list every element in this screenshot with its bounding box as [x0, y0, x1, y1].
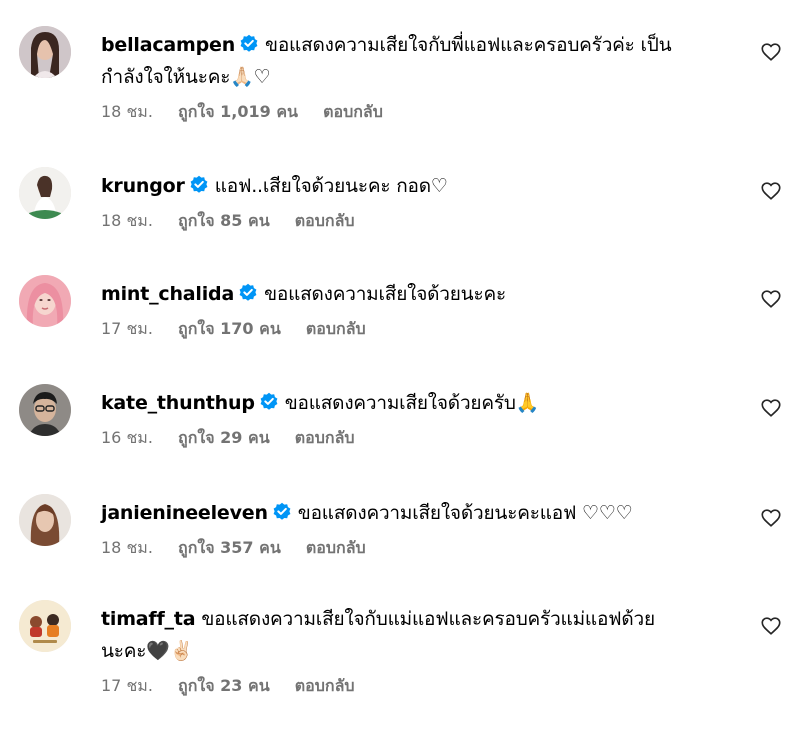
avatar-image — [19, 167, 71, 219]
reply-button[interactable]: ตอบกลับ — [306, 319, 366, 338]
comment-text-block: timaff_ta ขอแสดงความเสียใจกับแม่แอฟและครอ… — [101, 603, 741, 667]
comment-text-block: bellacampen ขอแสดงความเสียใจกับพี่แอฟและค… — [101, 29, 741, 93]
comment-text: ขอแสดงความเสียใจด้วยครับ🙏 — [284, 392, 540, 414]
comment-time: 18 ชม. — [101, 211, 153, 230]
comment-time: 18 ชม. — [101, 102, 153, 121]
username-link[interactable]: bellacampen — [101, 34, 235, 56]
avatar[interactable] — [19, 494, 71, 546]
comment-body: krungor แอฟ..เสียใจด้วยนะคะ กอด♡ 18 ชม. ถ… — [101, 170, 741, 232]
comment-text: แอฟ..เสียใจด้วยนะคะ กอด♡ — [214, 175, 448, 197]
avatar-image — [19, 600, 71, 652]
avatar-image — [19, 494, 71, 546]
comment-body: kate_thunthup ขอแสดงความเสียใจด้วยครับ🙏 1… — [101, 387, 741, 449]
comment-time: 17 ชม. — [101, 676, 153, 695]
comment-meta: 18 ชม. ถูกใจ 1,019 คน ตอบกลับ — [101, 101, 741, 123]
reply-button[interactable]: ตอบกลับ — [306, 538, 366, 557]
avatar[interactable] — [19, 167, 71, 219]
likes-count-link[interactable]: ถูกใจ 1,019 คน — [178, 102, 298, 121]
comment-text: ขอแสดงความเสียใจกับแม่แอฟและครอบครัวแม่แ… — [201, 608, 655, 630]
avatar[interactable] — [19, 600, 71, 652]
avatar[interactable] — [19, 26, 71, 78]
avatar[interactable] — [19, 275, 71, 327]
comment-time: 18 ชม. — [101, 538, 153, 557]
verified-badge-icon — [239, 34, 259, 54]
comment-text-block: janienineeleven ขอแสดงความเสียใจด้วยนะคะแ… — [101, 497, 741, 529]
comment-meta: 18 ชม. ถูกใจ 357 คน ตอบกลับ — [101, 537, 741, 559]
verified-badge-icon — [238, 283, 258, 303]
like-heart-icon[interactable] — [760, 615, 782, 637]
likes-count-link[interactable]: ถูกใจ 23 คน — [178, 676, 270, 695]
comment-text-block: mint_chalida ขอแสดงความเสียใจด้วยนะคะ — [101, 278, 741, 310]
comment-text-block: krungor แอฟ..เสียใจด้วยนะคะ กอด♡ — [101, 170, 741, 202]
avatar-image — [19, 26, 71, 78]
username-link[interactable]: kate_thunthup — [101, 392, 255, 414]
comment-text: ขอแสดงความเสียใจกับพี่แอฟและครอบครัวค่ะ … — [265, 34, 672, 56]
comment-body: mint_chalida ขอแสดงความเสียใจด้วยนะคะ 17 … — [101, 278, 741, 340]
reply-button[interactable]: ตอบกลับ — [295, 676, 355, 695]
comment-text-continued: นะคะ🖤✌🏻 — [101, 640, 194, 662]
username-link[interactable]: mint_chalida — [101, 283, 234, 305]
like-heart-icon[interactable] — [760, 397, 782, 419]
verified-badge-icon — [259, 392, 279, 412]
comment-meta: 17 ชม. ถูกใจ 23 คน ตอบกลับ — [101, 675, 741, 697]
comment-time: 16 ชม. — [101, 428, 153, 447]
comment-text-continued: กำลังใจให้นะคะ🙏🏻♡ — [101, 66, 271, 88]
verified-badge-icon — [272, 502, 292, 522]
comment-meta: 18 ชม. ถูกใจ 85 คน ตอบกลับ — [101, 210, 741, 232]
comment-time: 17 ชม. — [101, 319, 153, 338]
comment-body: janienineeleven ขอแสดงความเสียใจด้วยนะคะแ… — [101, 497, 741, 559]
username-link[interactable]: janienineeleven — [101, 502, 268, 524]
comment-body: bellacampen ขอแสดงความเสียใจกับพี่แอฟและค… — [101, 29, 741, 123]
reply-button[interactable]: ตอบกลับ — [295, 211, 355, 230]
comment-meta: 16 ชม. ถูกใจ 29 คน ตอบกลับ — [101, 427, 741, 449]
like-heart-icon[interactable] — [760, 41, 782, 63]
comment-text: ขอแสดงความเสียใจด้วยนะคะแอฟ ♡♡♡ — [297, 502, 633, 524]
likes-count-link[interactable]: ถูกใจ 29 คน — [178, 428, 270, 447]
reply-button[interactable]: ตอบกลับ — [323, 102, 383, 121]
avatar[interactable] — [19, 384, 71, 436]
likes-count-link[interactable]: ถูกใจ 170 คน — [178, 319, 281, 338]
reply-button[interactable]: ตอบกลับ — [295, 428, 355, 447]
likes-count-link[interactable]: ถูกใจ 85 คน — [178, 211, 270, 230]
avatar-image — [19, 384, 71, 436]
comment-meta: 17 ชม. ถูกใจ 170 คน ตอบกลับ — [101, 318, 741, 340]
username-link[interactable]: timaff_ta — [101, 608, 196, 630]
comment-text: ขอแสดงความเสียใจด้วยนะคะ — [264, 283, 506, 305]
like-heart-icon[interactable] — [760, 507, 782, 529]
like-heart-icon[interactable] — [760, 180, 782, 202]
comment-body: timaff_ta ขอแสดงความเสียใจกับแม่แอฟและครอ… — [101, 603, 741, 697]
likes-count-link[interactable]: ถูกใจ 357 คน — [178, 538, 281, 557]
verified-badge-icon — [189, 175, 209, 195]
comment-text-block: kate_thunthup ขอแสดงความเสียใจด้วยครับ🙏 — [101, 387, 741, 419]
avatar-image — [19, 275, 71, 327]
like-heart-icon[interactable] — [760, 288, 782, 310]
username-link[interactable]: krungor — [101, 175, 185, 197]
